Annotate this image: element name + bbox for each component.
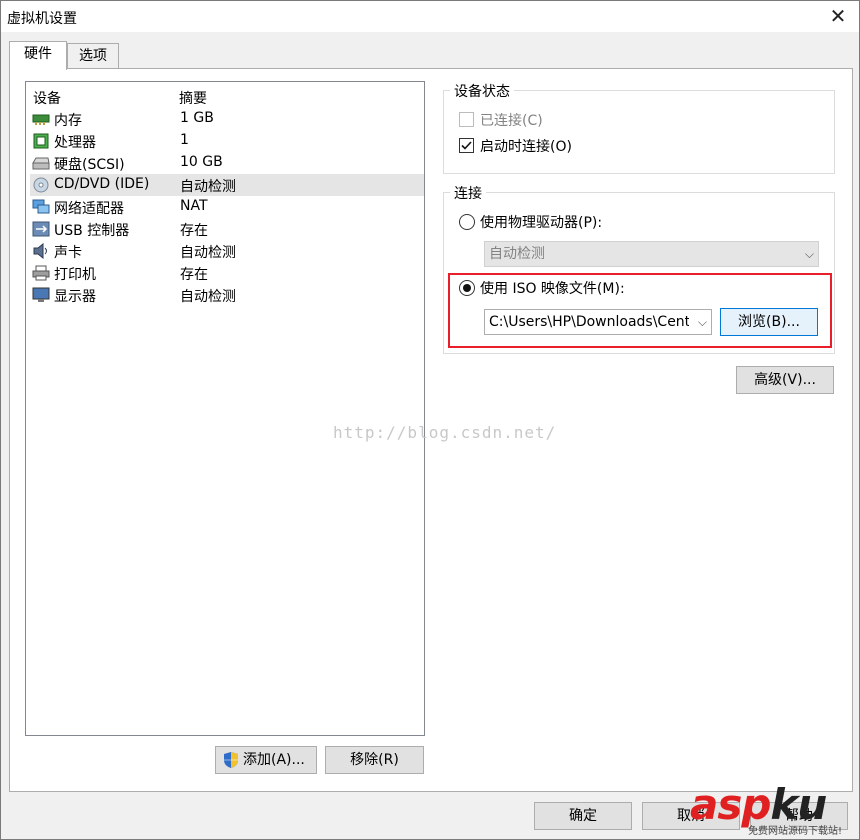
- advanced-button[interactable]: 高级(V)...: [736, 366, 834, 394]
- add-button-label: 添加(A)...: [243, 752, 305, 768]
- checkmark-icon: [461, 141, 472, 150]
- device-row-cd-dvd[interactable]: CD/DVD (IDE) 自动检测: [30, 174, 424, 196]
- connect-at-power-on-label: 启动时连接(O): [480, 139, 572, 155]
- close-icon[interactable]: ✕: [825, 4, 851, 28]
- device-summary: 存在: [180, 267, 208, 283]
- device-summary: 自动检测: [180, 179, 236, 195]
- device-name: 硬盘(SCSI): [54, 157, 125, 173]
- device-status-group: 设备状态: [443, 81, 835, 174]
- cd-dvd-icon: [33, 177, 49, 193]
- device-name: 内存: [54, 113, 82, 129]
- device-name: 网络适配器: [54, 201, 124, 217]
- device-row-memory[interactable]: 内存 1 GB: [30, 108, 424, 130]
- device-name: 声卡: [54, 245, 82, 261]
- device-summary: NAT: [180, 198, 208, 214]
- device-summary: 自动检测: [180, 245, 236, 261]
- network-adapter-icon: [32, 199, 50, 214]
- display-icon: [32, 287, 50, 302]
- physical-drive-radio[interactable]: [459, 214, 475, 230]
- tab-hardware[interactable]: 硬件: [9, 41, 67, 70]
- remove-button[interactable]: 移除(R): [325, 746, 424, 774]
- shield-icon: [224, 752, 238, 768]
- printer-icon: [32, 265, 50, 281]
- physical-drive-value: 自动检测: [489, 246, 545, 262]
- connected-checkbox[interactable]: [459, 112, 474, 127]
- physical-drive-label: 使用物理驱动器(P):: [480, 215, 603, 231]
- device-name: 处理器: [54, 135, 96, 151]
- device-column-header[interactable]: 设备: [33, 88, 61, 108]
- connect-at-power-on-checkbox[interactable]: [459, 138, 474, 153]
- title-bar: 虚拟机设置 ✕: [1, 1, 859, 32]
- processor-icon: [33, 133, 49, 149]
- device-row-processor[interactable]: 处理器 1: [30, 130, 424, 152]
- device-status-label: 设备状态: [450, 81, 514, 101]
- device-row-sound-card[interactable]: 声卡 自动检测: [30, 240, 424, 262]
- device-row-hard-disk[interactable]: 硬盘(SCSI) 10 GB: [30, 152, 424, 174]
- add-button[interactable]: 添加(A)...: [215, 746, 317, 774]
- summary-column-header[interactable]: 摘要: [179, 88, 207, 108]
- memory-icon: [32, 114, 50, 125]
- window-title: 虚拟机设置: [7, 11, 77, 27]
- device-summary: 1: [180, 132, 189, 148]
- connected-label: 已连接(C): [480, 113, 543, 129]
- device-list[interactable]: 设备 摘要 内存 1 GB 处理器 1 硬盘(SCSI) 10 GB CD/DV…: [25, 81, 425, 736]
- physical-drive-select[interactable]: 自动检测 ⌵: [484, 241, 819, 267]
- usb-icon: [32, 221, 50, 237]
- device-summary: 存在: [180, 223, 208, 239]
- device-name: CD/DVD (IDE): [54, 176, 150, 192]
- device-summary: 自动检测: [180, 289, 236, 305]
- sound-card-icon: [33, 243, 47, 259]
- highlight-box: [448, 273, 832, 348]
- connection-label: 连接: [450, 183, 486, 203]
- device-name: 显示器: [54, 289, 96, 305]
- chevron-down-icon: ⌵: [804, 247, 814, 261]
- device-row-printer[interactable]: 打印机 存在: [30, 262, 424, 284]
- device-row-network-adapter[interactable]: 网络适配器 NAT: [30, 196, 424, 218]
- device-summary: 10 GB: [180, 154, 223, 170]
- tab-options[interactable]: 选项: [67, 43, 119, 68]
- watermark: http://blog.csdn.net/: [333, 423, 557, 442]
- device-name: USB 控制器: [54, 223, 130, 239]
- device-summary: 1 GB: [180, 110, 214, 126]
- brand-subtitle: 免费网站源码下载站!: [748, 826, 843, 837]
- hard-disk-icon: [32, 157, 50, 170]
- ok-button[interactable]: 确定: [534, 802, 632, 830]
- device-row-usb[interactable]: USB 控制器 存在: [30, 218, 424, 240]
- device-name: 打印机: [54, 267, 96, 283]
- device-row-display[interactable]: 显示器 自动检测: [30, 284, 424, 306]
